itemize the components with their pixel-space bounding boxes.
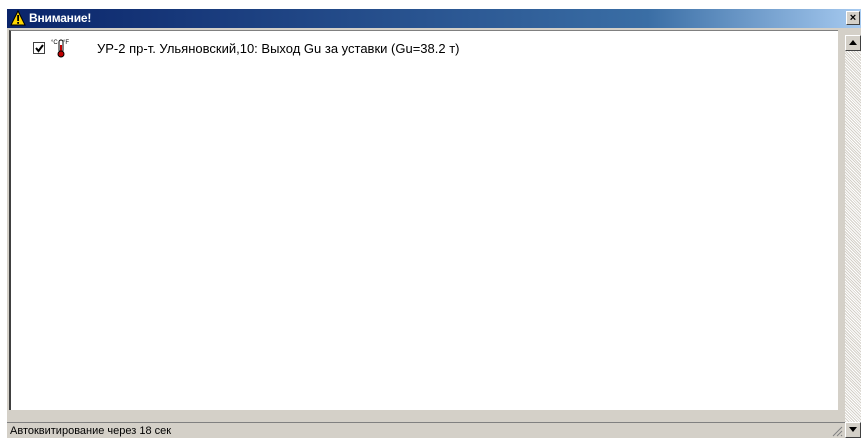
arrow-up-icon xyxy=(849,40,857,45)
vertical-scrollbar[interactable] xyxy=(845,35,861,438)
arrow-down-icon xyxy=(849,427,857,432)
alert-window: Внимание! × °C °F УР-2 пр-т. Ульяновский… xyxy=(0,0,861,438)
warning-icon xyxy=(10,10,26,26)
alarm-message: УР-2 пр-т. Ульяновский,10: Выход Gu за у… xyxy=(97,41,460,56)
status-bar: Автоквитирование через 18 сек xyxy=(7,422,845,438)
scroll-up-button[interactable] xyxy=(845,35,861,51)
close-icon: × xyxy=(849,12,857,24)
scroll-track[interactable] xyxy=(845,51,861,423)
close-button[interactable]: × xyxy=(846,11,860,25)
checkmark-icon xyxy=(35,44,44,53)
title-bar[interactable]: Внимание! × xyxy=(7,9,861,28)
alarm-checkbox[interactable] xyxy=(33,42,45,54)
svg-text:°C: °C xyxy=(51,40,58,46)
scroll-down-button[interactable] xyxy=(845,422,861,438)
status-text: Автоквитирование через 18 сек xyxy=(10,425,172,437)
top-edge xyxy=(0,0,861,9)
svg-text:°F: °F xyxy=(63,40,69,46)
thermometer-icon: °C °F xyxy=(51,39,69,58)
alarm-list[interactable]: °C °F УР-2 пр-т. Ульяновский,10: Выход G… xyxy=(9,30,838,410)
window-title: Внимание! xyxy=(29,11,92,25)
resize-grip-icon[interactable] xyxy=(831,425,843,437)
left-edge xyxy=(0,0,7,438)
